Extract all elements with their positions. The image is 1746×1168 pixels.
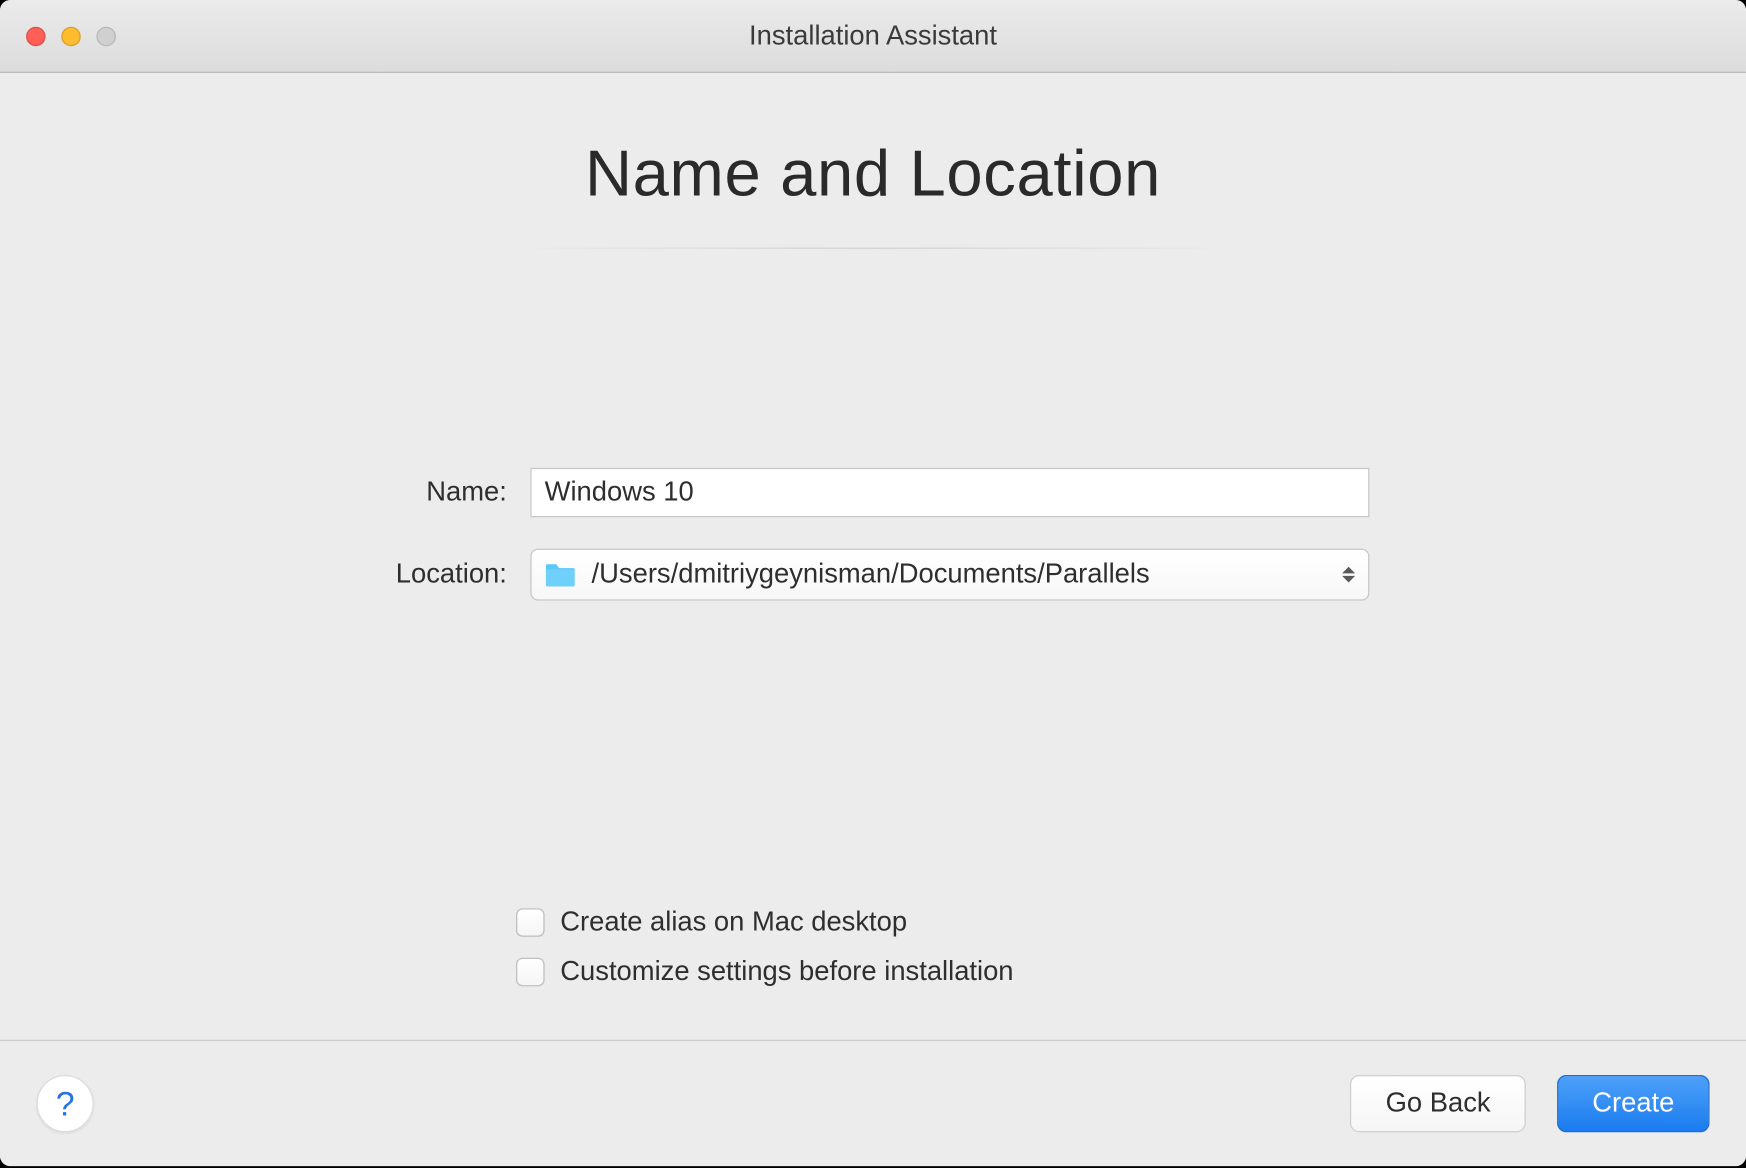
name-row: Name:	[377, 468, 1370, 518]
form: Name: Location: /Users/dmitriygeynisman/…	[0, 468, 1746, 601]
window-title: Installation Assistant	[0, 20, 1746, 51]
create-alias-checkbox-row[interactable]: Create alias on Mac desktop	[516, 907, 1014, 938]
go-back-button[interactable]: Go Back	[1350, 1075, 1525, 1132]
location-dropdown[interactable]: /Users/dmitriygeynisman/Documents/Parall…	[530, 549, 1369, 601]
create-alias-checkbox[interactable]	[516, 908, 545, 937]
location-label: Location:	[377, 559, 507, 590]
zoom-window-button	[96, 26, 116, 46]
customize-settings-label: Customize settings before installation	[560, 956, 1013, 987]
customize-settings-checkbox[interactable]	[516, 958, 545, 987]
location-value: /Users/dmitriygeynisman/Documents/Parall…	[592, 559, 1356, 590]
customize-settings-checkbox-row[interactable]: Customize settings before installation	[516, 956, 1014, 987]
help-icon: ?	[56, 1083, 75, 1123]
close-window-button[interactable]	[26, 26, 46, 46]
traffic-lights	[26, 26, 116, 46]
minimize-window-button[interactable]	[61, 26, 81, 46]
create-alias-label: Create alias on Mac desktop	[560, 907, 907, 938]
footer: ? Go Back Create	[0, 1040, 1746, 1166]
dropdown-stepper-icon	[1342, 567, 1355, 583]
page-heading: Name and Location	[0, 136, 1746, 212]
help-button[interactable]: ?	[36, 1075, 93, 1132]
checkbox-group: Create alias on Mac desktop Customize se…	[516, 907, 1014, 988]
location-row: Location: /Users/dmitriygeynisman/Docume…	[377, 549, 1370, 601]
titlebar: Installation Assistant	[0, 0, 1746, 73]
content-area: Name and Location Name: Location: /Users…	[0, 73, 1746, 1040]
create-button[interactable]: Create	[1557, 1075, 1709, 1132]
heading-divider	[508, 248, 1238, 249]
name-label: Name:	[377, 477, 507, 508]
name-input[interactable]	[530, 468, 1369, 518]
installation-assistant-window: Installation Assistant Name and Location…	[0, 0, 1746, 1166]
folder-icon	[545, 562, 576, 588]
